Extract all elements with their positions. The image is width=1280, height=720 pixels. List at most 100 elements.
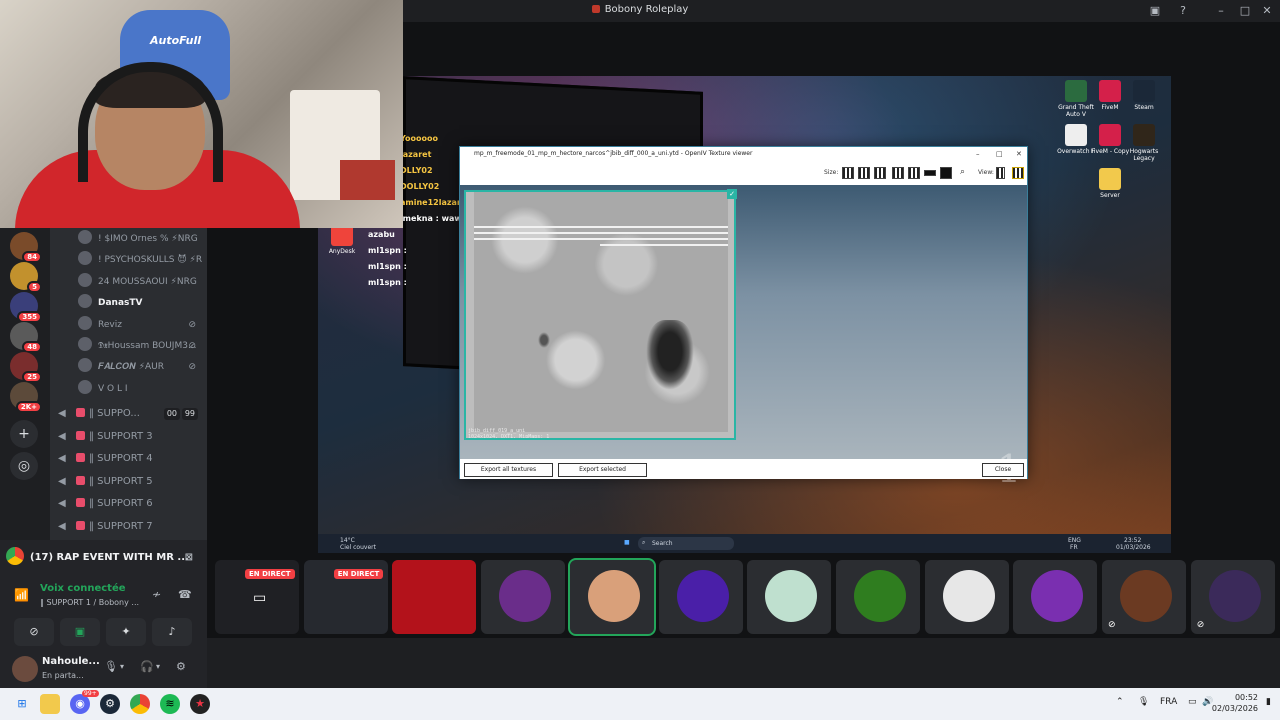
tray-mic-icon[interactable]: 🎙 [1138,697,1149,707]
discord-icon[interactable]: ◉ [70,694,90,714]
avatar [499,570,552,622]
voice-user[interactable]: V O L I [78,379,206,399]
texture-thumbnail[interactable]: jbib_diff_019_a_uni 1024x1024, DXT1, Mip… [464,190,736,440]
noise-suppression-icon[interactable]: ≁ [152,588,161,601]
steam-icon[interactable]: ⚙ [100,694,120,714]
openiv-maximize-icon[interactable]: □ [996,147,1003,161]
participant-tile[interactable]: EN DIRECT [303,560,388,634]
windows-start-icon[interactable]: ■ [624,539,630,546]
size-normal-button[interactable] [892,167,904,179]
help-icon[interactable]: ? [1176,4,1190,18]
voice-channel-name[interactable]: ‖ SUPPORT 1 / Bobony ... [40,598,139,607]
size-full-button[interactable] [940,167,952,179]
server-icon[interactable]: 5 [10,262,42,293]
voice-channel[interactable]: ◀ ‖ SUPPORT 3 [58,426,206,448]
voice-user[interactable]: Reviz ⊘ [78,315,206,335]
voice-status[interactable]: Voix connectée [40,583,126,594]
participant-tile[interactable] [567,558,656,636]
avatar [78,294,92,309]
search-box[interactable]: Search [638,537,734,550]
participant-tile[interactable] [835,560,920,634]
chevron-down-icon[interactable]: ▾ [120,662,124,671]
size-medium-button[interactable] [874,167,886,179]
server-icon[interactable]: 355 [10,292,42,323]
size-tiny-button[interactable] [842,167,854,179]
activities-button[interactable]: ✦ [106,618,146,646]
tray-language[interactable]: FRA [1160,697,1177,707]
headset-icon[interactable]: 🎧 [140,660,154,673]
voice-channel[interactable]: ◀ ‖ SUPPORT 6 [58,493,206,515]
minimize-icon[interactable]: – [1214,4,1228,18]
unread-badge: 5 [27,281,42,293]
soundboard-button[interactable]: ♪ [152,618,192,646]
openiv-close-icon[interactable]: ✕ [1016,147,1022,161]
voice-channel[interactable]: ◀ ‖ SUPPO... 00 99 [58,403,206,425]
taskbar-clock[interactable]: 00:52 02/03/2026 [1212,692,1258,714]
channel-list: ! $IMO Ornes % ⚡NRG ! PSYCHOSKULLS 😈 ⚡R 24… [50,228,207,540]
inbox-icon[interactable]: ▣ [1148,4,1162,18]
mic-icon[interactable]: 🎙 [104,660,118,673]
chevron-down-icon[interactable]: ▾ [156,662,160,671]
camera-off-button[interactable]: ⊘ [14,618,54,646]
avatar [1120,570,1172,622]
zoom-icon[interactable]: ⌕ [960,167,965,177]
participant-tile[interactable] [658,560,743,634]
export-all-button[interactable]: Export all textures [464,463,553,477]
close-button[interactable]: Close [982,463,1024,477]
spotify-icon[interactable]: ≋ [160,694,180,714]
maximize-icon[interactable]: □ [1238,4,1252,18]
activity-close-icon[interactable]: ⊠ [185,546,193,570]
voice-user[interactable]: 𝑭𝑨𝑳𝑪𝑶𝑵 ⚡AUR ⊘ [78,357,206,377]
size-xlarge-button[interactable] [924,170,936,176]
participant-tile[interactable]: EN DIRECT ▭ [215,560,299,634]
desktop-icon[interactable]: Hogwarts Legacy [1122,124,1166,162]
windows-start-icon[interactable]: ⊞ [12,694,32,714]
anydesk-icon[interactable]: AnyDesk [320,224,364,255]
activity-row[interactable]: (17) RAP EVENT WITH MR ... ⊠ [6,546,201,570]
voice-user[interactable]: 24 MOUSSAOUI ⚡NRG [78,272,206,292]
participant-tile[interactable] [1013,560,1098,634]
server-icon[interactable]: 84 [10,232,42,263]
server-icon[interactable]: 25 [10,352,42,383]
participants-strip: EN DIRECT ▭ EN DIRECT ⊘ ⊘ [207,556,1280,638]
notification-icon[interactable]: ▮ [1266,697,1271,707]
desktop-icon[interactable]: Steam [1122,80,1166,111]
size-large-button[interactable] [908,167,920,179]
desktop-icon[interactable]: Server [1088,168,1132,199]
tray-chevron-icon[interactable]: ⌃ [1116,697,1124,707]
voice-channel[interactable]: ◀ ‖ SUPPORT 7 [58,516,206,538]
user-info[interactable]: Nahoule... En parta... 🎙 ▾ 🎧 ▾ ⚙ [6,650,201,686]
export-selected-button[interactable]: Export selected [558,463,647,477]
file-explorer-icon[interactable] [40,694,60,714]
voice-user[interactable]: DanasTV [78,293,206,313]
participant-tile[interactable] [481,560,566,634]
voice-user[interactable]: ! $IMO Ornes % ⚡NRG [78,229,206,249]
participant-tile[interactable] [392,560,477,634]
voice-channel[interactable]: ◀ ‖ SUPPORT 5 [58,471,206,493]
rockstar-icon[interactable]: ★ [190,694,210,714]
view-grid-button[interactable] [1012,167,1024,179]
voice-user[interactable]: ! PSYCHOSKULLS 😈 ⚡R [78,250,206,270]
add-server-icon[interactable]: + [10,420,38,448]
view-single-button[interactable] [996,167,1005,179]
tray-network-icon[interactable]: ▭ [1188,697,1197,707]
participant-tile[interactable] [747,560,832,634]
lang-bottom: FR [1070,544,1078,551]
participant-tile[interactable]: ⊘ [1190,560,1275,634]
server-icon[interactable]: 2K+ [10,382,42,413]
openiv-minimize-icon[interactable]: – [976,147,980,161]
size-small-button[interactable] [858,167,870,179]
disconnect-icon[interactable]: ☎ [178,588,192,601]
participant-tile[interactable]: ⊘ [1102,560,1186,634]
avatar[interactable] [12,656,38,682]
participant-tile[interactable] [924,560,1009,634]
settings-gear-icon[interactable]: ⚙ [176,660,186,673]
screen-share-button[interactable]: ▣ [60,618,100,646]
server-icon[interactable]: 48 [10,322,42,353]
explore-icon[interactable]: ◎ [10,452,38,480]
voice-channel-name: ‖ SUPPO... [89,408,140,419]
voice-user[interactable]: 𝕯𝖝Houssam BOUJM3... ⊘ [78,336,206,356]
chrome-icon[interactable] [130,694,150,714]
close-icon[interactable]: ✕ [1260,4,1274,18]
voice-channel[interactable]: ◀ ‖ SUPPORT 4 [58,448,206,470]
